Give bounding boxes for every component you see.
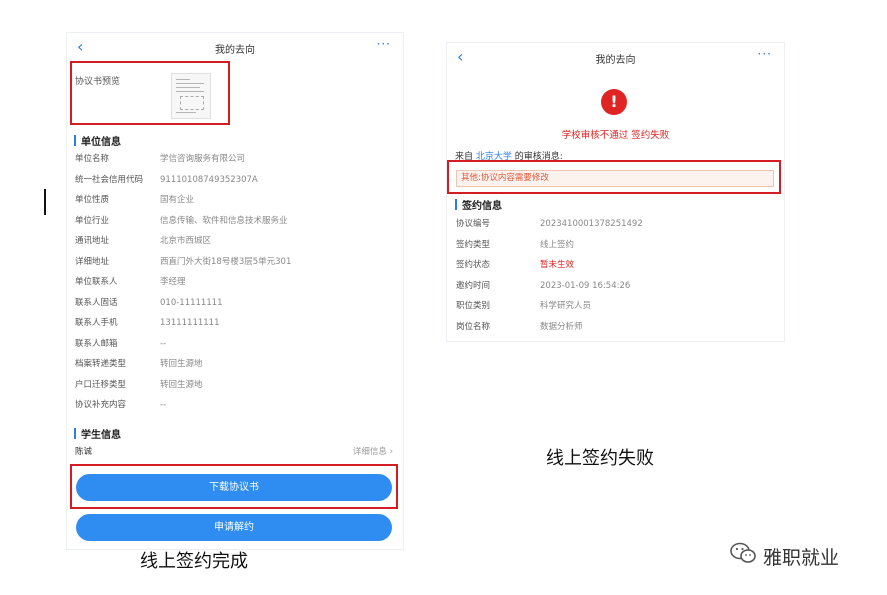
field-label: 签约状态 <box>456 260 491 270</box>
highlight-box-download <box>70 464 398 509</box>
left-nav-bar: ‹ 我的去向 ··· <box>67 33 403 61</box>
field-value: -- <box>160 400 167 410</box>
info-row: 邀约时间 2023-01-09 16:54:26 <box>456 279 776 293</box>
field-value: -- <box>160 338 167 349</box>
info-row: 档案转递类型 转回生源地 <box>75 357 395 371</box>
field-value: 2023410001378251492 <box>540 219 643 229</box>
info-row: 单位性质 国有企业 <box>75 193 395 207</box>
field-value: 北京市西城区 <box>160 236 212 246</box>
field-label: 单位联系人 <box>75 277 118 287</box>
more-icon[interactable]: ··· <box>377 37 391 51</box>
field-label: 档案转递类型 <box>75 359 127 369</box>
watermark-text: 雅职就业 <box>763 547 840 569</box>
left-page-title: 我的去向 <box>215 45 255 56</box>
field-value: 2023-01-09 16:54:26 <box>540 280 631 291</box>
field-label: 联系人手机 <box>75 318 118 328</box>
field-value: 13111111111 <box>160 318 220 328</box>
student-detail-link[interactable]: 详细信息 › <box>353 445 393 457</box>
field-label: 单位行业 <box>75 215 110 226</box>
info-row: 通讯地址 北京市西城区 <box>75 234 395 248</box>
field-value: 91110108749352307A <box>160 174 258 185</box>
field-value: 010-11111111 <box>160 297 223 308</box>
info-row: 联系人固话 010-11111111 <box>75 296 395 310</box>
right-page-title: 我的去向 <box>595 55 636 66</box>
right-phone-screen: ‹ 我的去向 ··· ! 学校审核不通过 签约失败 来自 北京大学 的审核消息:… <box>446 42 785 342</box>
info-row: 统一社会信用代码 91110108749352307A <box>75 173 395 187</box>
info-row: 户口迁移类型 转回生源地 <box>75 378 395 392</box>
info-row: 签约类型 线上签约 <box>456 238 776 252</box>
student-name: 陈诚 <box>75 447 93 457</box>
left-phone-screen: ‹ 我的去向 ··· 协议书预览 单位信息 单位名称 学信咨询服务有限公司 统一社会… <box>66 32 404 550</box>
info-row: 协议补充内容 -- <box>75 398 395 412</box>
field-value: 李经理 <box>160 277 186 287</box>
field-label: 单位名称 <box>75 154 110 164</box>
field-label: 协议补充内容 <box>75 400 127 410</box>
field-value: 西直门外大街18号楼3层5单元301 <box>160 256 292 267</box>
field-label: 联系人固话 <box>75 297 118 308</box>
info-row: 详细地址 西直门外大街18号楼3层5单元301 <box>75 255 395 269</box>
info-row: 联系人手机 13111111111 <box>75 316 395 330</box>
error-alert-icon: ! <box>601 89 627 115</box>
info-row: 职位类别 科学研究人员 <box>456 299 776 313</box>
field-label: 邀约时间 <box>456 280 491 291</box>
field-value: 信息传输、软件和信息技术服务业 <box>160 215 288 226</box>
field-value: 国有企业 <box>160 195 195 205</box>
info-row: 协议编号 2023410001378251492 <box>456 217 776 231</box>
right-nav-bar: ‹ 我的去向 ··· <box>447 43 784 71</box>
text-cursor <box>44 189 46 215</box>
student-info-heading: 学生信息 <box>74 426 121 441</box>
more-icon[interactable]: ··· <box>758 47 772 61</box>
field-label: 户口迁移类型 <box>75 379 127 390</box>
info-row: 岗位名称 数据分析师 <box>456 320 776 334</box>
caption-sign-failed: 线上签约失败 <box>546 448 654 469</box>
info-row: 单位名称 学信咨询服务有限公司 <box>75 152 395 166</box>
apply-cancel-button[interactable]: 申请解约 <box>76 514 392 541</box>
info-row: 签约状态 暂未生效 <box>456 258 776 272</box>
field-label: 职位类别 <box>456 301 491 311</box>
caption-sign-complete: 线上签约完成 <box>140 551 248 572</box>
field-label: 单位性质 <box>75 195 110 205</box>
field-value: 转回生源地 <box>160 359 203 369</box>
field-label: 协议编号 <box>456 219 491 229</box>
field-label: 详细地址 <box>75 256 110 267</box>
field-value: 转回生源地 <box>160 379 203 390</box>
field-label: 统一社会信用代码 <box>75 174 144 185</box>
info-row: 联系人邮箱 -- <box>75 337 395 351</box>
field-value: 数据分析师 <box>540 321 583 332</box>
field-label: 岗位名称 <box>456 321 491 332</box>
field-label: 联系人邮箱 <box>75 338 118 349</box>
field-label: 通讯地址 <box>75 236 110 246</box>
field-value: 线上签约 <box>540 239 575 250</box>
sign-info-heading: 签约信息 <box>455 197 502 212</box>
info-row: 单位行业 信息传输、软件和信息技术服务业 <box>75 214 395 228</box>
sign-fail-status: 学校审核不通过 签约失败 <box>561 130 670 141</box>
field-value: 学信咨询服务有限公司 <box>160 154 246 164</box>
highlight-box-review <box>447 160 781 194</box>
field-value: 科学研究人员 <box>540 301 592 311</box>
wechat-logo-icon <box>730 542 756 563</box>
info-row: 单位联系人 李经理 <box>75 275 395 289</box>
field-label: 签约类型 <box>456 239 491 250</box>
field-value: 暂未生效 <box>540 260 575 270</box>
highlight-box-preview <box>70 61 230 125</box>
unit-info-heading: 单位信息 <box>74 133 121 148</box>
